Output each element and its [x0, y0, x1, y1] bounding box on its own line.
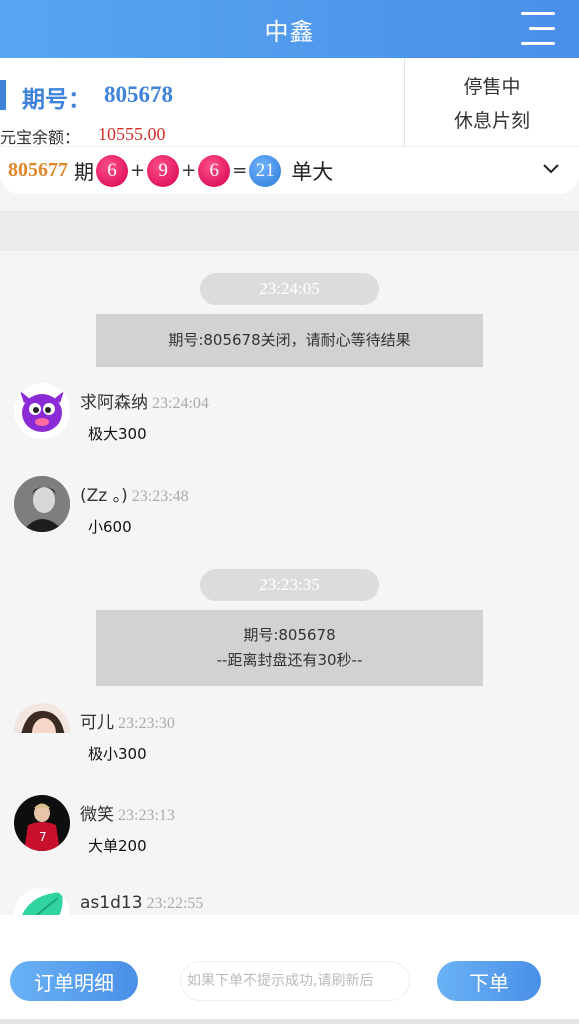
last-issue-number: 805677: [8, 159, 68, 181]
issue-number: 805678: [104, 82, 173, 107]
chat-message: 极大300: [88, 425, 147, 443]
username: 求阿森纳: [80, 393, 148, 413]
menu-icon[interactable]: [517, 10, 555, 48]
result-sum-ball: 21: [249, 154, 282, 187]
chat-user: (Zz 。) 23:23:48: [80, 481, 189, 506]
result-ball-3: 6: [198, 154, 231, 187]
chat-message: 小600: [88, 518, 132, 536]
chat-message: 大单200: [88, 837, 147, 855]
username: 可儿: [80, 713, 114, 733]
girl-portrait-avatar[interactable]: [14, 703, 70, 733]
chat-user: as1d13 23:22:55: [80, 893, 203, 913]
svg-text:7: 7: [39, 830, 47, 844]
message-time: 23:22:55: [146, 895, 204, 912]
issue-label: 期号：: [22, 87, 91, 112]
sale-status: 停售中: [463, 76, 521, 98]
time-divider: 23:23:35: [200, 569, 379, 601]
equals-sign: =: [232, 160, 248, 181]
bw-portrait-avatar[interactable]: [14, 476, 70, 532]
system-message-line: 期号:805678: [243, 626, 336, 644]
chat-area[interactable]: 23:24:05 期号:805678关闭，请耐心等待结果 求阿森纳 23:24:0…: [0, 251, 579, 915]
app-header: 中鑫: [0, 0, 579, 58]
chat-user: 微笑 23:23:13: [80, 800, 175, 825]
accent-bar: [0, 80, 6, 110]
chat-message: 极小300: [88, 745, 147, 763]
issue-suffix: 期: [74, 160, 94, 184]
plus-sign: +: [181, 160, 197, 181]
purple-monster-avatar[interactable]: [14, 383, 70, 439]
section-gap: [0, 211, 579, 251]
username: (Zz 。): [80, 486, 128, 506]
order-details-button[interactable]: 订单明细: [10, 961, 138, 1001]
result-text: 单大: [291, 159, 334, 184]
username: 微笑: [80, 805, 114, 825]
chevron-down-icon[interactable]: [541, 159, 561, 179]
system-message-line: --距离封盘还有30秒--: [216, 651, 363, 669]
balance-label: 元宝余额：: [0, 128, 81, 147]
result-ball-2: 9: [147, 154, 180, 187]
football-player-avatar[interactable]: 7: [14, 795, 70, 851]
system-message-line: 期号:805678关闭，请耐心等待结果: [168, 331, 411, 349]
green-leaf-avatar[interactable]: [14, 888, 70, 915]
bet-input[interactable]: [180, 961, 410, 1001]
message-time: 23:23:48: [131, 488, 189, 505]
system-message: 期号:805678 --距离封盘还有30秒--: [96, 610, 483, 686]
time-divider: 23:24:05: [200, 273, 379, 305]
message-time: 23:24:04: [152, 395, 209, 412]
bottom-bar: 订单明细 下单: [0, 915, 579, 1024]
system-message: 期号:805678关闭，请耐心等待结果: [96, 314, 483, 367]
result-ball-1: 6: [96, 154, 128, 187]
place-order-button[interactable]: 下单: [437, 961, 541, 1001]
chat-user: 可儿 23:23:30: [80, 708, 175, 733]
balance-value: 10555.00: [98, 124, 166, 144]
app-title: 中鑫: [264, 17, 315, 46]
rest-status: 休息片刻: [453, 110, 530, 132]
issue-info-panel: 期号： 805678 元宝余额： 10555.00 停售中 休息片刻: [0, 58, 579, 147]
last-result-row[interactable]: 805677 期 6 + 9 + 6 = 21 单大: [0, 146, 579, 194]
message-time: 23:23:13: [118, 807, 175, 824]
bottom-divider: [0, 1019, 579, 1024]
username: as1d13: [80, 893, 143, 913]
plus-sign: +: [130, 160, 146, 181]
message-time: 23:23:30: [118, 715, 175, 732]
chat-user: 求阿森纳 23:24:04: [80, 388, 209, 413]
